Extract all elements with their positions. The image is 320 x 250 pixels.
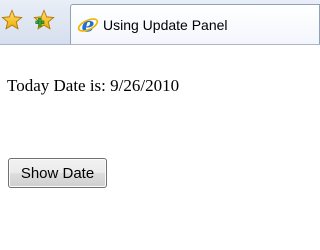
tab-title: Using Update Panel: [103, 16, 228, 33]
internet-explorer-icon: e: [77, 14, 99, 36]
browser-toolbar: e Using Update Panel: [0, 0, 320, 45]
favorites-star-icon: [1, 9, 23, 30]
page-content: Today Date is: 9/26/2010 Show Date: [0, 45, 320, 250]
add-favorites-icon: [33, 9, 55, 30]
browser-tab[interactable]: e Using Update Panel: [70, 4, 320, 44]
show-date-button[interactable]: Show Date: [8, 158, 107, 188]
svg-text:e: e: [82, 14, 95, 36]
add-favorites-button[interactable]: [32, 8, 56, 32]
favorites-button[interactable]: [0, 8, 24, 32]
today-date-label: Today Date is: 9/26/2010: [7, 76, 180, 95]
